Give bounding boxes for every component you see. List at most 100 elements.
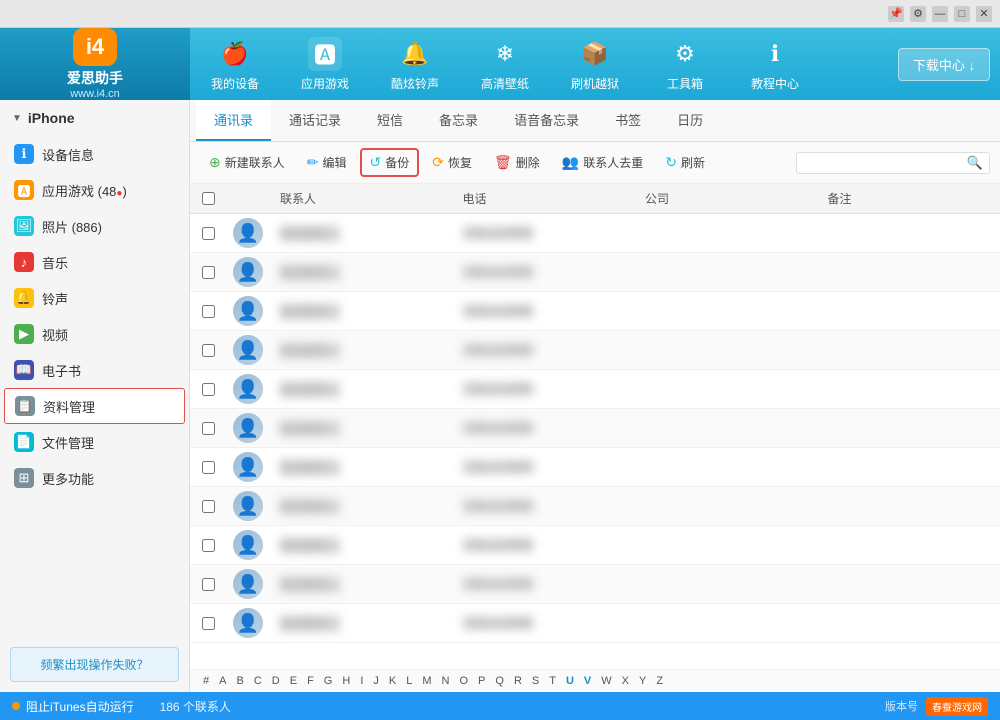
tools-icon: ⚙	[668, 37, 702, 71]
alpha-char[interactable]: X	[619, 674, 632, 688]
new-contact-button[interactable]: ⊕ 新建联系人	[200, 149, 294, 176]
tab-voice-notes[interactable]: 语音备忘录	[496, 100, 597, 141]
nav-jailbreak[interactable]: 📦 刷机越狱	[550, 28, 640, 100]
sidebar-item-file-mgmt[interactable]: 📄 文件管理	[0, 424, 189, 460]
alpha-char[interactable]: G	[321, 674, 336, 688]
tab-sms[interactable]: 短信	[359, 100, 421, 141]
alpha-char[interactable]: V	[581, 674, 594, 688]
alpha-char[interactable]: R	[511, 674, 525, 688]
row-checkbox[interactable]	[202, 539, 215, 552]
table-row[interactable]: 👤 姓名联系人 138xxxx9999	[190, 448, 1000, 487]
row-checkbox[interactable]	[202, 266, 215, 279]
sidebar-item-video[interactable]: ▶ 视频	[0, 316, 189, 352]
alpha-char[interactable]: T	[546, 674, 559, 688]
alpha-char[interactable]: J	[370, 674, 382, 688]
row-checkbox[interactable]	[202, 344, 215, 357]
alpha-char[interactable]: I	[357, 674, 366, 688]
backup-button[interactable]: ↺ 备份	[360, 148, 420, 177]
table-row[interactable]: 👤 姓名联系人 138xxxx9999	[190, 565, 1000, 604]
nav-apps[interactable]: 🅰 应用游戏	[280, 28, 370, 100]
close-button[interactable]: ✕	[976, 6, 992, 22]
tab-calendar[interactable]: 日历	[659, 100, 721, 141]
row-checkbox[interactable]	[202, 305, 215, 318]
download-button[interactable]: 下载中心 ↓	[898, 48, 990, 81]
contact-name: 姓名联系人	[270, 225, 453, 242]
nav-ringtones[interactable]: 🔔 酷炫铃声	[370, 28, 460, 100]
sidebar-item-music[interactable]: ♪ 音乐	[0, 244, 189, 280]
alpha-char[interactable]: O	[456, 674, 471, 688]
alpha-char[interactable]: Z	[653, 674, 666, 688]
pin-button[interactable]: 📌	[888, 6, 904, 22]
alpha-char[interactable]: A	[216, 674, 229, 688]
settings-button[interactable]: ⚙	[910, 6, 926, 22]
row-checkbox[interactable]	[202, 227, 215, 240]
merge-button[interactable]: 👥 联系人去重	[553, 149, 652, 176]
alpha-char[interactable]: H	[339, 674, 353, 688]
alpha-char[interactable]: M	[419, 674, 434, 688]
search-input[interactable]	[803, 156, 963, 170]
alpha-char[interactable]: N	[439, 674, 453, 688]
select-all-checkbox[interactable]	[202, 192, 215, 205]
tab-bookmarks[interactable]: 书签	[597, 100, 659, 141]
minimize-button[interactable]: —	[932, 6, 948, 22]
alpha-char[interactable]: #	[200, 674, 212, 688]
collapse-icon[interactable]: ▼	[12, 113, 22, 124]
game-badge[interactable]: 春蚕游戏网	[926, 697, 988, 716]
edit-button[interactable]: ✏ 编辑	[298, 149, 356, 176]
row-checkbox[interactable]	[202, 461, 215, 474]
alpha-char[interactable]: Y	[636, 674, 649, 688]
tab-notes[interactable]: 备忘录	[421, 100, 496, 141]
statusbar-right: 版本号 春蚕游戏网	[885, 697, 988, 716]
table-row[interactable]: 👤 姓名联系人 138xxxx9999	[190, 370, 1000, 409]
table-row[interactable]: 👤 姓名联系人 138xxxx9999	[190, 526, 1000, 565]
alpha-char[interactable]: W	[598, 674, 614, 688]
restore-button[interactable]: ⟳ 恢复	[423, 149, 481, 176]
sidebar-item-data-mgmt[interactable]: 📋 资料管理	[4, 388, 185, 424]
nav-wallpaper[interactable]: ❄ 高清壁纸	[460, 28, 550, 100]
alpha-char[interactable]: C	[251, 674, 265, 688]
alpha-char[interactable]: E	[287, 674, 300, 688]
data-mgmt-icon: 📋	[15, 396, 35, 416]
delete-button[interactable]: 🗑 删除	[485, 149, 549, 176]
sidebar-item-more[interactable]: ⊞ 更多功能	[0, 460, 189, 496]
row-checkbox[interactable]	[202, 500, 215, 513]
tab-call-log[interactable]: 通话记录	[271, 100, 359, 141]
nav-tutorials[interactable]: ℹ 教程中心	[730, 28, 820, 100]
alpha-char[interactable]: U	[563, 674, 577, 688]
tab-contacts[interactable]: 通讯录	[196, 100, 271, 141]
alpha-char[interactable]: F	[304, 674, 317, 688]
row-checkbox[interactable]	[202, 383, 215, 396]
table-row[interactable]: 👤 姓名联系人 138xxxx9999	[190, 253, 1000, 292]
sidebar-item-ringtones[interactable]: 🔔 铃声	[0, 280, 189, 316]
stop-itunes-label[interactable]: 阻止iTunes自动运行	[26, 698, 134, 715]
maximize-button[interactable]: □	[954, 6, 970, 22]
alpha-char[interactable]: L	[403, 674, 415, 688]
nav-my-device[interactable]: 🍎 我的设备	[190, 28, 280, 100]
row-checkbox[interactable]	[202, 617, 215, 630]
alpha-char[interactable]: P	[475, 674, 488, 688]
alpha-char[interactable]: B	[233, 674, 246, 688]
table-row[interactable]: 👤 姓名联系人 138xxxx9999	[190, 214, 1000, 253]
alpha-char[interactable]: K	[386, 674, 399, 688]
table-row[interactable]: 👤 姓名联系人 138xxxx9999	[190, 604, 1000, 643]
contact-name: 姓名联系人	[270, 459, 453, 476]
sidebar-item-apps[interactable]: 🅰 应用游戏 (48●)	[0, 172, 189, 208]
ringtones-icon: 🔔	[398, 37, 432, 71]
contact-count: 186 个联系人	[160, 698, 231, 715]
row-checkbox[interactable]	[202, 422, 215, 435]
troubleshoot-button[interactable]: 频繁出现操作失败？	[10, 647, 179, 682]
table-row[interactable]: 👤 姓名联系人 138xxxx9999	[190, 331, 1000, 370]
row-checkbox[interactable]	[202, 578, 215, 591]
alpha-char[interactable]: D	[269, 674, 283, 688]
sidebar-item-apps-label: 应用游戏 (48●)	[42, 181, 127, 200]
alpha-char[interactable]: S	[529, 674, 542, 688]
nav-tools[interactable]: ⚙ 工具箱	[640, 28, 730, 100]
sidebar-item-photos[interactable]: 🖼 照片 (886)	[0, 208, 189, 244]
table-row[interactable]: 👤 姓名联系人 138xxxx9999	[190, 409, 1000, 448]
table-row[interactable]: 👤 姓名联系人 138xxxx9999	[190, 487, 1000, 526]
alpha-char[interactable]: Q	[492, 674, 507, 688]
sidebar-item-device-info[interactable]: ℹ 设备信息	[0, 136, 189, 172]
table-row[interactable]: 👤 姓名联系人 138xxxx9999	[190, 292, 1000, 331]
refresh-button[interactable]: ↻ 刷新	[656, 149, 714, 176]
sidebar-item-ebooks[interactable]: 📖 电子书	[0, 352, 189, 388]
